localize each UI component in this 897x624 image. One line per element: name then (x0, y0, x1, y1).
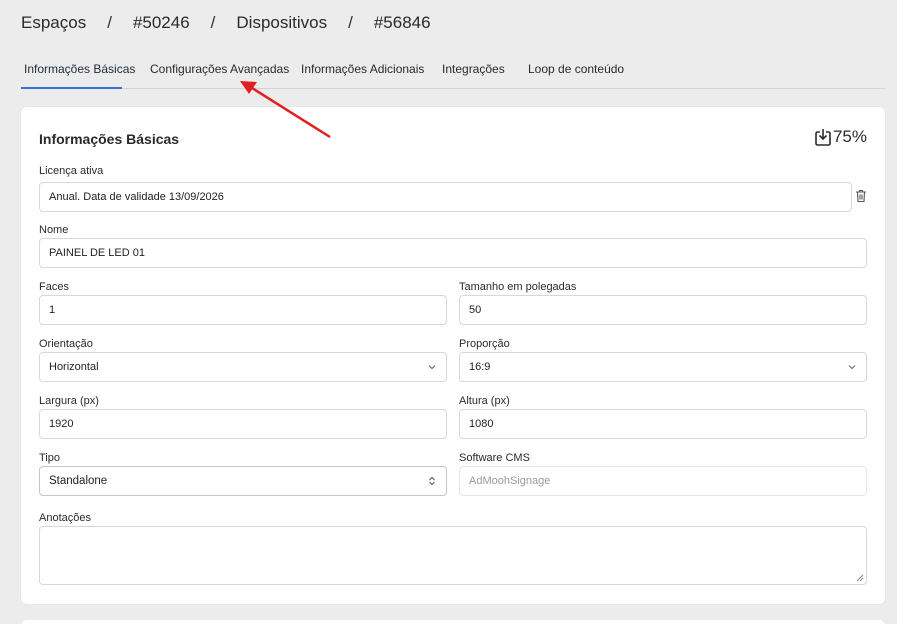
width-label: Largura (px) (39, 395, 99, 407)
cms-label: Software CMS (459, 452, 530, 464)
faces-input[interactable]: 1 (39, 295, 447, 325)
orientation-select[interactable]: Horizontal (39, 352, 447, 382)
orientation-label: Orientação (39, 338, 93, 350)
tab-informacoes-adicionais[interactable]: Informações Adicionais (301, 62, 424, 76)
completion-progress: 75% (815, 127, 867, 147)
tab-integracoes[interactable]: Integrações (442, 62, 505, 76)
breadcrumb-item-device-id: #56846 (373, 13, 431, 32)
breadcrumb-separator: / (210, 13, 216, 32)
tab-bar: Informações Básicas Configurações Avança… (21, 56, 885, 89)
type-value: Standalone (49, 475, 108, 487)
breadcrumb: Espaços / #50246 / Dispositivos / #56846 (21, 13, 431, 33)
basic-info-card: Informações Básicas 75% Licença ativa An… (21, 107, 885, 604)
license-field[interactable]: Anual. Data de validade 13/09/2026 (39, 182, 852, 212)
width-value: 1920 (49, 418, 74, 430)
license-label: Licença ativa (39, 165, 104, 177)
name-label: Nome (39, 224, 69, 236)
size-input[interactable]: 50 (459, 295, 867, 325)
breadcrumb-item-space-id[interactable]: #50246 (133, 13, 190, 33)
card-title: Informações Básicas (39, 131, 180, 147)
tab-informacoes-basicas[interactable]: Informações Básicas (24, 62, 135, 76)
chevron-down-icon (428, 365, 436, 370)
breadcrumb-item-espacos[interactable]: Espaços (21, 13, 86, 33)
ratio-value: 16:9 (469, 361, 491, 373)
ratio-label: Proporção (459, 338, 510, 350)
breadcrumb-item-dispositivos[interactable]: Dispositivos (236, 13, 327, 33)
tab-loop-de-conteudo[interactable]: Loop de conteúdo (528, 62, 624, 76)
license-value: Anual. Data de validade 13/09/2026 (49, 191, 224, 203)
resize-handle-icon[interactable] (856, 574, 864, 582)
active-tab-indicator (21, 87, 122, 89)
breadcrumb-separator: / (107, 13, 112, 32)
breadcrumb-separator: / (348, 13, 353, 32)
faces-value: 1 (49, 304, 56, 316)
size-label: Tamanho em polegadas (459, 281, 577, 293)
chevron-up-down-icon (429, 476, 435, 486)
ratio-select[interactable]: 16:9 (459, 352, 867, 382)
type-label: Tipo (39, 452, 60, 464)
type-select[interactable]: Standalone (39, 466, 447, 496)
height-value: 1080 (469, 418, 494, 430)
notes-textarea[interactable] (39, 526, 867, 585)
orientation-value: Horizontal (49, 361, 99, 373)
progress-value: 75% (832, 127, 867, 146)
cms-placeholder: AdMoohSignage (469, 475, 551, 487)
cms-input[interactable]: AdMoohSignage (459, 466, 867, 496)
download-box-icon (815, 129, 831, 146)
chevron-down-icon (848, 365, 856, 370)
notes-label: Anotações (39, 512, 91, 524)
trash-icon[interactable] (855, 189, 867, 203)
height-input[interactable]: 1080 (459, 409, 867, 439)
size-value: 50 (469, 304, 482, 316)
height-label: Altura (px) (459, 395, 510, 407)
next-card-edge (21, 620, 885, 624)
name-input[interactable]: PAINEL DE LED 01 (39, 238, 867, 268)
faces-label: Faces (39, 281, 69, 293)
tab-configuracoes-avancadas[interactable]: Configurações Avançadas (150, 62, 289, 76)
name-value: PAINEL DE LED 01 (49, 247, 145, 259)
width-input[interactable]: 1920 (39, 409, 447, 439)
